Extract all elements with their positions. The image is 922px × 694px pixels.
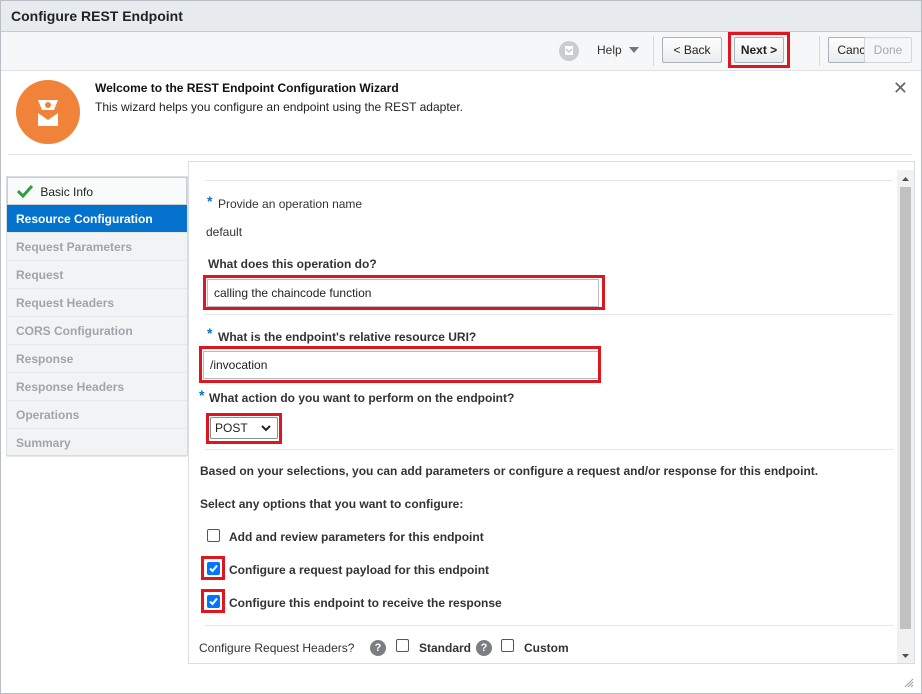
standard-headers-checkbox[interactable] xyxy=(396,639,409,652)
title-bar: Configure REST Endpoint xyxy=(1,1,921,32)
divider xyxy=(205,180,893,181)
step-operations: Operations xyxy=(7,401,187,429)
done-button: Done xyxy=(864,37,912,63)
welcome-banner: Welcome to the REST Endpoint Configurati… xyxy=(8,72,912,155)
request-headers-label: Configure Request Headers? xyxy=(199,641,355,655)
operation-description-label: What does this operation do? xyxy=(208,257,377,271)
checkmark-icon xyxy=(16,184,34,199)
add-parameters-checkbox[interactable] xyxy=(207,529,220,542)
operation-name-value: default xyxy=(206,225,243,239)
next-highlight-box xyxy=(728,32,790,68)
dropdown-arrow-icon xyxy=(629,47,640,53)
scrollbar-thumb[interactable] xyxy=(900,187,911,629)
scroll-down-icon[interactable] xyxy=(897,650,914,662)
custom-headers-checkbox[interactable] xyxy=(501,639,514,652)
back-button[interactable]: < Back xyxy=(662,37,722,63)
request-payload-highlight xyxy=(201,556,225,580)
help-label: Help xyxy=(597,43,622,57)
step-basic-info[interactable]: Basic Info xyxy=(7,177,187,205)
operation-description-highlight xyxy=(203,275,605,310)
wizard-toolbar: Help < Back Next > Cancel Done xyxy=(1,32,921,71)
step-cors-configuration: CORS Configuration xyxy=(7,317,187,345)
required-marker: * xyxy=(199,387,205,403)
question-icon[interactable]: ? xyxy=(370,640,386,656)
toolbar-separator xyxy=(819,36,820,66)
help-icon[interactable] xyxy=(558,40,580,62)
step-response: Response xyxy=(7,345,187,373)
uri-label: What is the endpoint's relative resource… xyxy=(218,330,477,344)
response-highlight xyxy=(201,589,225,613)
action-highlight xyxy=(206,413,282,444)
standard-headers-label: Standard xyxy=(419,641,472,655)
wizard-steps-nav: Basic Info Resource Configuration Reques… xyxy=(6,176,188,457)
vertical-scrollbar[interactable] xyxy=(897,170,914,663)
divider xyxy=(205,449,893,450)
add-parameters-label: Add and review parameters for this endpo… xyxy=(229,530,484,544)
step-request: Request xyxy=(7,261,187,289)
toolbar-separator xyxy=(653,36,654,66)
step-response-headers: Response Headers xyxy=(7,373,187,401)
dialog-title: Configure REST Endpoint xyxy=(11,8,183,24)
options-label: Select any options that you want to conf… xyxy=(200,497,464,511)
welcome-description: This wizard helps you configure an endpo… xyxy=(95,100,464,114)
step-summary: Summary xyxy=(7,429,187,457)
required-marker: * xyxy=(207,193,213,209)
step-request-headers: Request Headers xyxy=(7,289,187,317)
resource-configuration-panel: * Provide an operation name default What… xyxy=(188,161,915,664)
question-icon[interactable]: ? xyxy=(476,640,492,656)
action-label: What action do you want to perform on th… xyxy=(209,391,515,405)
response-label: Configure this endpoint to receive the r… xyxy=(229,596,502,610)
help-menu[interactable]: Help xyxy=(597,43,640,57)
step-resource-configuration[interactable]: Resource Configuration xyxy=(7,205,187,233)
welcome-title: Welcome to the REST Endpoint Configurati… xyxy=(95,81,399,95)
divider xyxy=(205,625,893,626)
operation-name-label: Provide an operation name xyxy=(218,197,363,211)
uri-highlight xyxy=(199,346,601,383)
divider xyxy=(205,314,893,315)
close-icon[interactable]: ✕ xyxy=(893,78,908,99)
selections-info: Based on your selections, you can add pa… xyxy=(200,464,819,478)
custom-headers-label: Custom xyxy=(524,641,569,655)
resize-grip-icon[interactable] xyxy=(904,678,914,688)
required-marker: * xyxy=(207,325,213,341)
request-payload-label: Configure a request payload for this end… xyxy=(229,563,490,577)
wizard-logo-icon xyxy=(16,80,80,144)
scroll-up-icon[interactable] xyxy=(897,173,914,185)
step-request-parameters: Request Parameters xyxy=(7,233,187,261)
step-label: Basic Info xyxy=(40,185,94,199)
